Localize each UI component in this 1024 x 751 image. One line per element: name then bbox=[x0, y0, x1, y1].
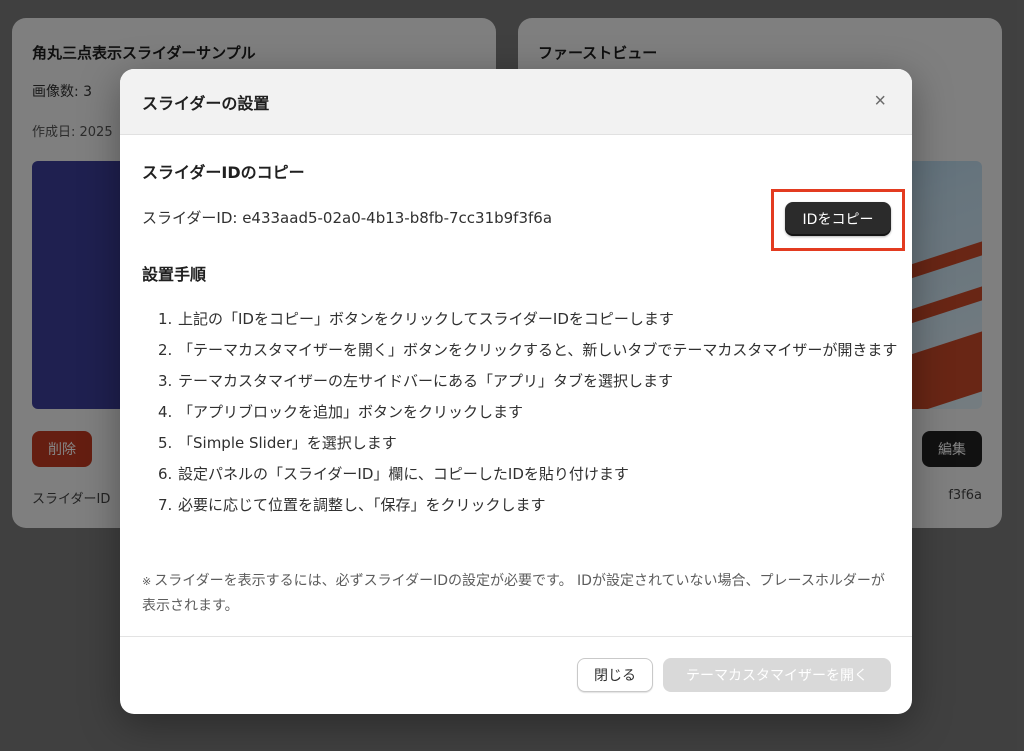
modal-header: スライダーの設置 × bbox=[120, 69, 912, 135]
list-item: 6. 設定パネルの「スライダーID」欄に、コピーしたIDを貼り付けます bbox=[158, 465, 629, 483]
notice-text: ※ スライダーを表示するには、必ずスライダーIDの設定が必要です。 IDが設定され… bbox=[142, 569, 892, 618]
list-item: 1. 上記の「IDをコピー」ボタンをクリックしてスライダーIDをコピーします bbox=[158, 310, 674, 328]
close-button[interactable]: 閉じる bbox=[577, 658, 653, 692]
list-item: 3. テーマカスタマイザーの左サイドバーにある「アプリ」タブを選択します bbox=[158, 372, 674, 390]
list-item: 4. 「アプリブロックを追加」ボタンをクリックします bbox=[158, 403, 524, 421]
copy-section-title: スライダーIDのコピー bbox=[142, 163, 305, 182]
list-item: 2. 「テーマカスタマイザーを開く」ボタンをクリックすると、新しいタブでテーマカス… bbox=[158, 341, 898, 359]
close-icon[interactable]: × bbox=[870, 86, 890, 117]
copy-id-button[interactable]: IDをコピー bbox=[785, 202, 891, 236]
list-item: 5. 「Simple Slider」を選択します bbox=[158, 434, 397, 452]
note-body: スライダーを表示するには、必ずスライダーIDの設定が必要です。 IDが設定されて… bbox=[142, 573, 885, 614]
slider-id-text: スライダーID: e433aad5-02a0-4b13-b8fb-7cc31b9… bbox=[142, 209, 553, 227]
open-theme-customizer-button[interactable]: テーマカスタマイザーを開く bbox=[663, 658, 891, 692]
modal-title: スライダーの設置 bbox=[142, 93, 270, 113]
steps-section-title: 設置手順 bbox=[142, 265, 207, 284]
note-mark: ※ bbox=[142, 575, 152, 588]
install-steps-list: 1. 上記の「IDをコピー」ボタンをクリックしてスライダーIDをコピーします 2.… bbox=[158, 305, 898, 522]
modal-footer: 閉じる テーマカスタマイザーを開く bbox=[120, 636, 912, 714]
install-slider-modal: スライダーの設置 × スライダーIDのコピー スライダーID: e433aad5… bbox=[120, 69, 912, 714]
list-item: 7. 必要に応じて位置を調整し、「保存」をクリックします bbox=[158, 496, 546, 514]
